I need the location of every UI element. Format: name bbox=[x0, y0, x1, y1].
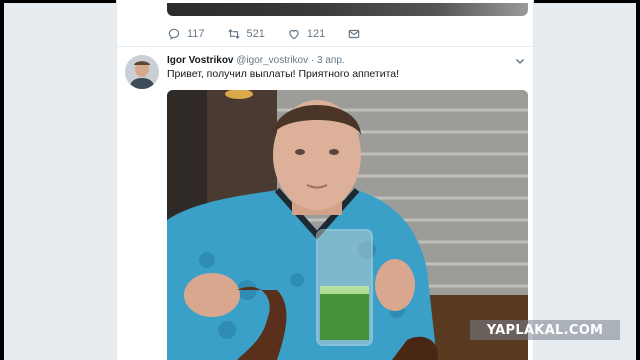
watermark-logo: YAPLAKAL.COM bbox=[470, 320, 620, 340]
tweet-header: Igor Vostrikov @igor_vostrikov · 3 апр. bbox=[167, 55, 345, 66]
tweet-date[interactable]: 3 апр. bbox=[317, 55, 345, 66]
previous-tweet-actions: 117 521 121 bbox=[167, 24, 389, 44]
letterbox-right bbox=[636, 0, 640, 360]
like-icon bbox=[287, 27, 301, 41]
screen: 117 521 121 Igor Vostrikov @igor_vostrik… bbox=[0, 0, 640, 360]
author-name[interactable]: Igor Vostrikov bbox=[167, 55, 234, 66]
avatar[interactable] bbox=[125, 55, 159, 89]
retweet-count: 521 bbox=[246, 28, 265, 40]
message-action[interactable] bbox=[347, 27, 367, 41]
like-count: 121 bbox=[306, 28, 326, 40]
chevron-down-icon[interactable] bbox=[515, 56, 525, 66]
message-icon bbox=[347, 27, 361, 41]
retweet-icon bbox=[227, 27, 241, 41]
reply-icon bbox=[167, 27, 181, 41]
tweet-divider bbox=[117, 46, 535, 47]
reply-count: 117 bbox=[187, 28, 205, 40]
retweet-action[interactable]: 521 bbox=[227, 27, 265, 41]
previous-tweet-media[interactable] bbox=[167, 3, 528, 16]
letterbox-left bbox=[0, 0, 4, 360]
like-action[interactable]: 121 bbox=[287, 27, 325, 41]
reply-action[interactable]: 117 bbox=[167, 27, 205, 41]
tweet-text: Привет, получил выплаты! Приятного аппет… bbox=[167, 68, 400, 80]
author-handle[interactable]: @igor_vostrikov bbox=[236, 55, 308, 66]
timeline: 117 521 121 Igor Vostrikov @igor_vostrik… bbox=[116, 0, 535, 360]
header-separator: · bbox=[310, 55, 315, 66]
